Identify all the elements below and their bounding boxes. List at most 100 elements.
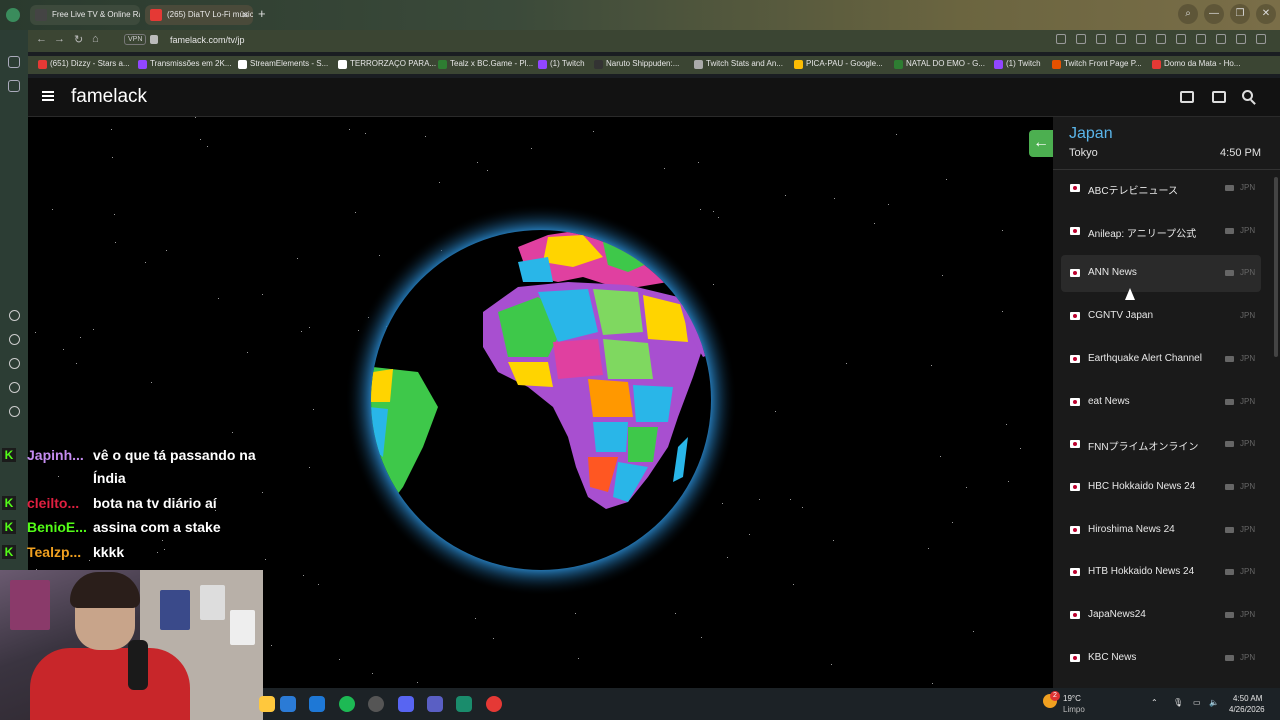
bookmark-favicon-icon — [794, 60, 803, 69]
clock-time[interactable]: 4:50 AM — [1233, 694, 1262, 703]
bookmark-item[interactable]: Naruto Shippuden:... — [594, 59, 679, 69]
kick-badge-icon: K — [2, 496, 16, 510]
minimize-icon[interactable]: — — [1204, 4, 1224, 24]
bookmark-label: PICA-PAU - Google... — [806, 59, 883, 68]
forward-icon[interactable]: → — [54, 33, 65, 45]
vpn-badge[interactable]: VPN — [124, 34, 147, 45]
tab-youtube[interactable]: (265) DiaTV Lo-Fi músic ✕ — [145, 5, 253, 25]
bookmark-item[interactable]: (1) Twitch — [994, 59, 1041, 69]
channel-item[interactable]: FNNプライムオンライン JPN — [1061, 426, 1261, 463]
home-panel-icon[interactable] — [8, 56, 20, 68]
chat-message: Kcleilto... bota na tv diário aí — [0, 492, 270, 514]
browser-logo-icon[interactable] — [6, 8, 20, 22]
extension-icon[interactable] — [1216, 34, 1226, 44]
bookmark-item[interactable]: Twitch Front Page P... — [1052, 59, 1142, 69]
store-icon[interactable] — [280, 696, 296, 712]
play-icon[interactable] — [1136, 34, 1146, 44]
search-icon[interactable] — [1242, 90, 1253, 101]
bookmark-favicon-icon — [1152, 60, 1161, 69]
bookmark-favicon-icon — [238, 60, 247, 69]
obs-icon[interactable] — [368, 696, 384, 712]
teams-icon[interactable] — [427, 696, 443, 712]
heart-icon[interactable] — [1156, 34, 1166, 44]
poster — [230, 610, 255, 645]
channel-name: KBC News — [1088, 651, 1137, 663]
channel-item[interactable]: Earthquake Alert Channel JPN — [1061, 341, 1261, 378]
bookmark-item[interactable]: StreamElements - S... — [238, 59, 328, 69]
bookmark-item[interactable]: TERRORZAÇO PARA... — [338, 59, 436, 69]
messenger-icon[interactable] — [9, 358, 20, 369]
camera-icon[interactable] — [1076, 34, 1086, 44]
channel-item[interactable]: ABCテレビニュース JPN — [1061, 170, 1261, 207]
bookmark-item[interactable]: Domo da Mata - Ho... — [1152, 59, 1240, 69]
channel-name: Earthquake Alert Channel — [1088, 352, 1202, 364]
chrome-icon[interactable] — [486, 696, 502, 712]
mail-icon[interactable] — [309, 696, 325, 712]
tab-famelack[interactable]: Free Live TV & Online Ra — [30, 5, 140, 25]
channel-name: Hiroshima News 24 — [1088, 523, 1175, 535]
chevron-up-icon[interactable]: ⌃ — [1151, 698, 1158, 707]
edit-icon[interactable] — [1056, 34, 1066, 44]
network-icon[interactable]: ▭ — [1193, 698, 1201, 707]
bookmark-item[interactable]: NATAL DO EMO - G... — [894, 59, 985, 69]
monitor-icon[interactable] — [1180, 91, 1194, 103]
close-tab-icon[interactable]: ✕ — [241, 5, 249, 25]
close-window-icon[interactable]: ✕ — [1256, 4, 1276, 24]
openai-icon[interactable] — [9, 310, 20, 321]
ai-icon[interactable] — [1256, 34, 1266, 44]
hamburger-menu-icon[interactable] — [42, 91, 54, 101]
brand-logo[interactable]: famelack — [71, 86, 147, 108]
menu-icon[interactable] — [1196, 34, 1206, 44]
bookmark-favicon-icon — [894, 60, 903, 69]
shield-icon[interactable] — [1096, 34, 1106, 44]
bookmark-item[interactable]: Tealz x BC.Game - Pl... — [438, 59, 533, 69]
channel-item[interactable]: KBC News JPN — [1061, 640, 1261, 677]
video-camera-icon — [1225, 654, 1234, 661]
bookmark-item[interactable]: Transmissões em 2K... — [138, 59, 232, 69]
download-icon[interactable] — [1176, 34, 1186, 44]
channel-item[interactable]: eat News JPN — [1061, 384, 1261, 421]
channel-item[interactable]: HBC Hokkaido News 24 JPN — [1061, 469, 1261, 506]
whatsapp-icon[interactable] — [9, 382, 20, 393]
weather-condition: Limpo — [1063, 705, 1085, 714]
lock-icon[interactable] — [150, 35, 158, 44]
poster — [200, 585, 225, 620]
x-icon[interactable] — [9, 406, 20, 417]
channel-item[interactable]: HTB Hokkaido News 24 JPN — [1061, 554, 1261, 591]
volume-icon[interactable]: 🔈 — [1209, 698, 1219, 707]
back-icon[interactable]: ← — [36, 33, 47, 45]
channel-item[interactable]: ANN News JPN — [1061, 255, 1261, 293]
chat-text: bota na tv diário aí — [93, 495, 217, 511]
layers-icon[interactable] — [9, 334, 20, 345]
search-tabs-icon[interactable]: ⌕ — [1178, 4, 1198, 24]
bookmark-item[interactable]: (1) Twitch — [538, 59, 585, 69]
reload-icon[interactable]: ↻ — [74, 33, 83, 46]
streamer-shirt — [30, 648, 190, 720]
country-code: JPN — [1240, 353, 1256, 363]
collapse-sidebar-button[interactable]: ← — [1029, 130, 1053, 157]
home-icon[interactable]: ⌂ — [92, 33, 99, 45]
maximize-icon[interactable]: ❐ — [1230, 4, 1250, 24]
bookmark-item[interactable]: PICA-PAU - Google... — [794, 59, 883, 69]
new-tab-button[interactable]: + — [258, 6, 266, 21]
discord-icon[interactable] — [398, 696, 414, 712]
bookmark-item[interactable]: Twitch Stats and An... — [694, 59, 783, 69]
file-explorer-icon[interactable] — [259, 696, 275, 712]
chat-message: K Tealzp... kkkk — [0, 541, 270, 563]
clock-icon[interactable] — [1116, 34, 1126, 44]
channel-list[interactable]: ABCテレビニュース JPN Anileap: アニリープ公式 JPN ANN News… — [1053, 170, 1280, 720]
channel-item[interactable]: Anileap: アニリープ公式 JPN — [1061, 213, 1261, 250]
channel-item[interactable]: CGNTV Japan JPN — [1061, 298, 1261, 335]
clock-date[interactable]: 4/26/2026 — [1229, 705, 1265, 714]
settings-icon[interactable] — [1236, 34, 1246, 44]
bookmark-item[interactable]: (651) Dizzy - Stars a... — [38, 59, 130, 69]
url-field[interactable]: famelack.com/tv/jp — [170, 35, 245, 45]
spotify-icon[interactable] — [339, 696, 355, 712]
mic-tray-icon[interactable]: 🎙 — [1173, 698, 1183, 707]
bookmarks-panel-icon[interactable] — [8, 80, 20, 92]
channel-item[interactable]: JapaNews24 JPN — [1061, 597, 1261, 634]
sidebar-scrollbar[interactable] — [1274, 177, 1278, 357]
vivaldi-icon[interactable] — [456, 696, 472, 712]
pip-icon[interactable] — [1212, 91, 1226, 103]
channel-item[interactable]: Hiroshima News 24 JPN — [1061, 512, 1261, 549]
